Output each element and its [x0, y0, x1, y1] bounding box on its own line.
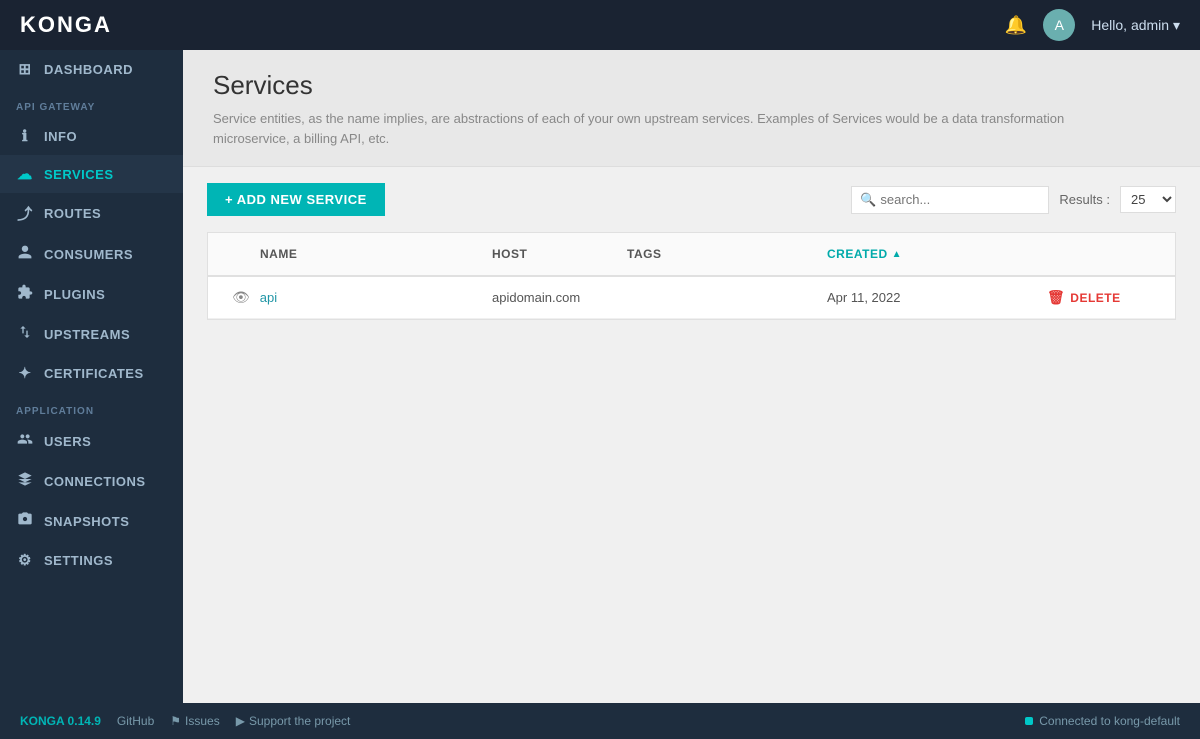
sidebar-item-upstreams[interactable]: UPSTREAMS — [0, 314, 183, 354]
sidebar-item-plugins[interactable]: PLUGINS — [0, 274, 183, 314]
cell-name: 👁 api — [224, 277, 484, 318]
search-input[interactable] — [880, 192, 1040, 207]
view-icon[interactable]: 👁 — [232, 289, 250, 306]
users-icon — [16, 431, 34, 451]
main-content: Services Service entities, as the name i… — [183, 50, 1200, 703]
toolbar: + ADD NEW SERVICE 🔍 Results : 25 50 100 — [183, 167, 1200, 232]
col-header-tags: TAGS — [619, 233, 819, 275]
results-per-page-select[interactable]: 25 50 100 — [1120, 186, 1176, 213]
user-menu[interactable]: Hello, admin ▾ — [1091, 17, 1180, 34]
table-header: NAME HOST TAGS CREATED ▲ — [208, 233, 1175, 277]
col-header-name: NAME — [224, 233, 484, 275]
trash-icon: 🗑 — [1047, 289, 1065, 306]
settings-icon: ⚙ — [16, 551, 34, 569]
cell-tags — [619, 286, 819, 310]
add-service-button[interactable]: + ADD NEW SERVICE — [207, 183, 385, 216]
sidebar-item-routes[interactable]: ⤴ ROUTES — [0, 193, 183, 234]
sidebar-item-settings[interactable]: ⚙ SETTINGS — [0, 541, 183, 579]
services-icon: ☁ — [16, 165, 34, 183]
sidebar-item-certificates[interactable]: ✦ CERTIFICATES — [0, 354, 183, 392]
sidebar-section-application: APPLICATION — [0, 392, 183, 421]
sidebar-item-services[interactable]: ☁ SERVICES — [0, 155, 183, 193]
cell-actions: 🗑 DELETE — [1039, 277, 1159, 318]
bell-icon[interactable]: 🔔 — [1005, 15, 1027, 36]
page-header: Services Service entities, as the name i… — [183, 50, 1200, 167]
logo: KONGA — [20, 12, 112, 38]
footer-right: Connected to kong-default — [1025, 714, 1180, 728]
avatar: A — [1043, 9, 1075, 41]
dashboard-icon: ⊞ — [16, 60, 34, 78]
page-title: Services — [213, 70, 1170, 101]
sidebar-item-dashboard[interactable]: ⊞ DASHBOARD — [0, 50, 183, 88]
cell-host: apidomain.com — [484, 278, 619, 317]
info-icon: ℹ — [16, 127, 34, 145]
issues-link[interactable]: ⚑ Issues — [170, 714, 219, 728]
snapshots-icon — [16, 511, 34, 531]
sidebar-section-api-gateway: API GATEWAY — [0, 88, 183, 117]
routes-icon: ⤴ — [16, 203, 34, 224]
results-label: Results : — [1059, 192, 1110, 207]
page-description: Service entities, as the name implies, a… — [213, 109, 1113, 148]
col-header-created[interactable]: CREATED ▲ — [819, 233, 1039, 275]
issues-icon: ⚑ — [170, 714, 181, 728]
connections-icon — [16, 471, 34, 491]
header: KONGA 🔔 A Hello, admin ▾ — [0, 0, 1200, 50]
sidebar-item-consumers[interactable]: CONSUMERS — [0, 234, 183, 274]
search-icon: 🔍 — [860, 192, 876, 208]
footer: KONGA 0.14.9 GitHub ⚑ Issues ▶ Support t… — [0, 703, 1200, 739]
sidebar-item-snapshots[interactable]: SNAPSHOTS — [0, 501, 183, 541]
sidebar: ⊞ DASHBOARD API GATEWAY ℹ INFO ☁ SERVICE… — [0, 50, 183, 703]
search-wrap: 🔍 — [851, 186, 1049, 214]
connected-indicator — [1025, 717, 1033, 725]
sidebar-item-users[interactable]: USERS — [0, 421, 183, 461]
footer-left: KONGA 0.14.9 GitHub ⚑ Issues ▶ Support t… — [20, 714, 350, 728]
certificates-icon: ✦ — [16, 364, 34, 382]
sidebar-item-info[interactable]: ℹ INFO — [0, 117, 183, 155]
table-row: 👁 api apidomain.com Apr 11, 2022 🗑 DELET… — [208, 277, 1175, 319]
sidebar-item-connections[interactable]: CONNECTIONS — [0, 461, 183, 501]
col-header-actions — [1039, 233, 1159, 275]
plugins-icon — [16, 284, 34, 304]
sort-arrow-icon: ▲ — [892, 249, 902, 260]
support-icon: ▶ — [236, 714, 245, 728]
upstreams-icon — [16, 324, 34, 344]
toolbar-right: 🔍 Results : 25 50 100 — [851, 186, 1176, 214]
connected-label: Connected to kong-default — [1039, 714, 1180, 728]
services-table: NAME HOST TAGS CREATED ▲ 👁 — [207, 232, 1176, 320]
github-link[interactable]: GitHub — [117, 714, 154, 728]
delete-service-button[interactable]: 🗑 DELETE — [1047, 289, 1121, 306]
support-link[interactable]: ▶ Support the project — [236, 714, 351, 728]
service-name-link[interactable]: api — [260, 290, 277, 305]
cell-created: Apr 11, 2022 — [819, 278, 1039, 317]
footer-version: KONGA 0.14.9 — [20, 714, 101, 728]
consumers-icon — [16, 244, 34, 264]
col-header-host: HOST — [484, 233, 619, 275]
header-right: 🔔 A Hello, admin ▾ — [1005, 9, 1180, 41]
